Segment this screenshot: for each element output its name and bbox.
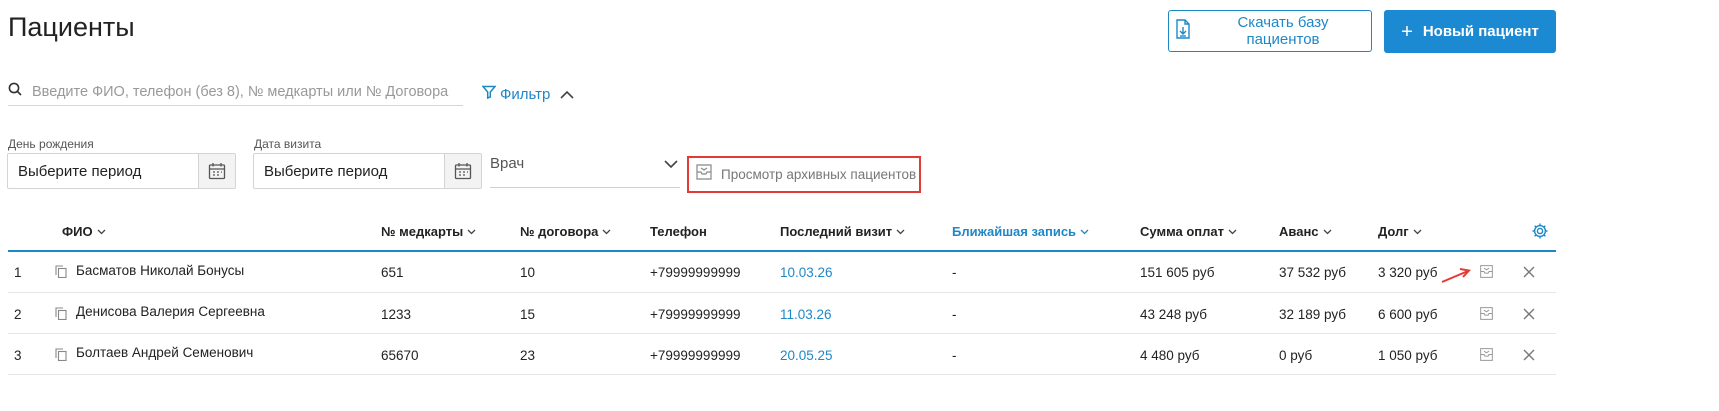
last-visit-link[interactable]: 20.05.25 [780,348,833,363]
search-icon [8,82,22,101]
download-file-icon [1175,19,1191,43]
annotation-arrow-icon [1434,266,1474,291]
doctor-select-label: Врач [490,155,525,172]
advance-sum: 0 руб [1279,348,1313,363]
chevron-down-icon [1323,229,1331,234]
row-number: 1 [14,265,22,280]
archive-icon[interactable] [1479,264,1494,284]
debt-sum: 3 320 руб [1378,265,1438,280]
copy-icon[interactable] [55,265,67,283]
archive-icon [695,163,713,186]
last-visit-link[interactable]: 10.03.26 [780,265,833,280]
close-icon[interactable] [1523,307,1535,325]
chevron-down-icon [664,156,678,174]
download-patients-button[interactable]: Скачать базу пациентов [1168,10,1372,52]
medcard-number: 65670 [381,348,419,363]
chevron-down-icon [602,229,611,234]
close-icon[interactable] [1523,348,1535,366]
advance-sum: 37 532 руб [1279,265,1347,280]
payments-sum: 4 480 руб [1140,348,1200,363]
contract-number: 15 [520,307,536,322]
chevron-down-icon [97,229,106,234]
column-header-last-visit[interactable]: Последний визит [780,224,905,239]
page-title: Пациенты [8,12,135,42]
next-appointment: - [952,307,957,322]
table-row[interactable]: 1 Басматов Николай Бонусы 651 10 +799999… [8,252,1556,293]
calendar-icon[interactable] [198,154,235,188]
patient-name[interactable]: Басматов Николай Бонусы [76,263,244,278]
patient-name[interactable]: Болтаев Андрей Семенович [76,345,253,360]
doctor-select[interactable]: Врач [490,150,680,188]
view-archived-patients-label: Просмотр архивных пациентов [721,167,917,182]
column-header-debt[interactable]: Долг [1378,224,1422,239]
visit-date-period-picker[interactable]: Выберите период [253,153,482,189]
chevron-down-icon [896,229,905,234]
archive-icon[interactable] [1479,306,1494,326]
table-header: ФИО № медкарты № договора Телефон Послед… [8,213,1556,252]
column-header-card[interactable]: № медкарты [381,224,476,239]
column-header-name[interactable]: ФИО [62,224,106,239]
birthday-period-picker[interactable]: Выберите период [7,153,236,189]
chevron-down-icon [1080,229,1089,234]
column-header-advance[interactable]: Аванс [1279,224,1332,239]
contract-number: 10 [520,265,536,280]
payments-sum: 43 248 руб [1140,307,1208,322]
medcard-number: 1233 [381,307,412,322]
next-appointment: - [952,265,957,280]
birthday-period-value: Выберите период [18,162,142,180]
row-number: 3 [14,348,22,363]
filter-label: Фильтр [500,85,551,103]
payments-sum: 151 605 руб [1140,265,1215,280]
copy-icon[interactable] [55,348,67,366]
patient-name[interactable]: Денисова Валерия Сергеевна [76,304,265,319]
close-icon[interactable] [1523,265,1535,283]
column-header-phone: Телефон [650,224,707,239]
chevron-down-icon [1228,229,1237,234]
gear-icon[interactable] [1531,222,1549,245]
archive-icon[interactable] [1479,347,1494,367]
phone: +79999999999 [650,348,741,363]
visit-date-filter-label: Дата визита [254,137,322,151]
next-appointment: - [952,348,957,363]
debt-sum: 1 050 руб [1378,348,1438,363]
column-header-payments[interactable]: Сумма оплат [1140,224,1237,239]
last-visit-link[interactable]: 11.03.26 [780,307,832,322]
search-bar [8,78,463,106]
search-input[interactable] [30,82,454,101]
calendar-icon[interactable] [444,154,481,188]
column-header-contract[interactable]: № договора [520,224,611,239]
download-patients-label: Скачать базу пациентов [1237,14,1329,48]
birthday-filter-label: День рождения [8,137,94,151]
row-number: 2 [14,307,22,322]
filter-funnel-icon [481,85,497,103]
chevron-up-icon [560,86,574,103]
filter-toggle[interactable]: Фильтр [481,85,574,103]
debt-sum: 6 600 руб [1378,307,1438,322]
table-row[interactable]: 2 Денисова Валерия Сергеевна 1233 15 +79… [8,293,1556,334]
phone: +79999999999 [650,307,741,322]
medcard-number: 651 [381,265,404,280]
plus-icon: + [1401,20,1413,43]
advance-sum: 32 189 руб [1279,307,1347,322]
view-archived-patients-toggle[interactable]: Просмотр архивных пациентов [687,156,921,193]
new-patient-button[interactable]: + Новый пациент [1384,10,1556,53]
contract-number: 23 [520,348,536,363]
column-header-next-appointment[interactable]: Ближайшая запись [952,224,1089,239]
chevron-down-icon [467,229,476,234]
phone: +79999999999 [650,265,741,280]
visit-date-period-value: Выберите период [264,162,388,180]
new-patient-label: Новый пациент [1422,23,1539,40]
copy-icon[interactable] [55,307,67,325]
table-row[interactable]: 3 Болтаев Андрей Семенович 65670 23 +799… [8,334,1556,375]
chevron-down-icon [1413,229,1422,234]
